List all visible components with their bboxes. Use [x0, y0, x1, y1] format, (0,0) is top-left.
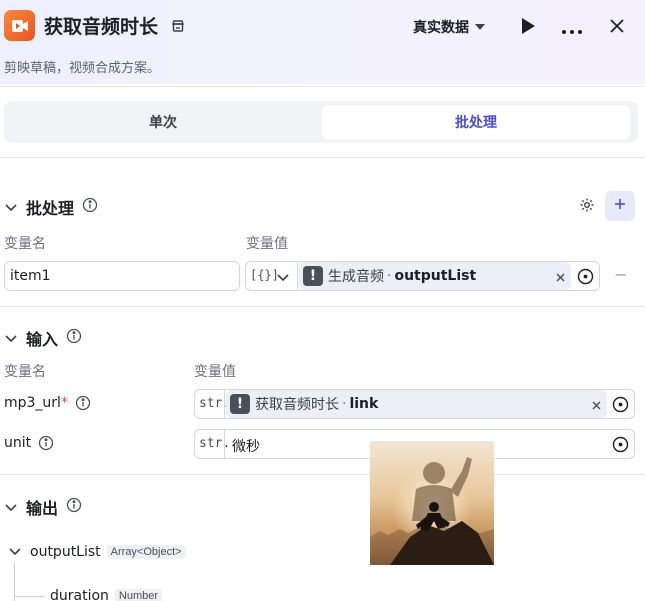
app-logo-icon [4, 10, 35, 41]
unit-value[interactable]: 微秒 [232, 436, 260, 456]
param-name: mp3_url [4, 395, 61, 411]
output-item-duration: duration Number [50, 588, 163, 601]
output-name: outputList [30, 544, 101, 560]
output-name: duration [50, 588, 109, 601]
divider [0, 474, 645, 475]
divider [224, 390, 225, 418]
param-name: unit [4, 435, 32, 451]
play-icon[interactable] [520, 17, 536, 39]
batch-item-value-field[interactable]: [{}] ! 生成音频 · outputList [245, 261, 600, 291]
info-icon[interactable] [38, 435, 54, 451]
collapse-chevron-icon[interactable] [8, 547, 22, 557]
mode-tabs: 单次 批处理 [4, 101, 638, 143]
info-icon[interactable] [75, 395, 91, 411]
info-icon[interactable] [82, 197, 98, 217]
clear-icon[interactable] [592, 398, 601, 414]
input-param-mp3-url: mp3_url * [4, 395, 91, 411]
divider [0, 157, 645, 158]
add-batch-variable-button[interactable] [605, 191, 635, 221]
input-param-unit: unit [4, 435, 54, 451]
collapse-chevron-icon[interactable] [4, 198, 18, 217]
divider [224, 430, 225, 458]
input-section-title: 输入 [26, 330, 59, 349]
page-subtitle: 剪映草稿，视频合成方案。 [4, 61, 161, 76]
chevron-down-icon [475, 19, 485, 35]
chevron-down-icon[interactable] [277, 271, 289, 287]
batch-type-label: [{}] [250, 268, 279, 282]
variable-picker-icon[interactable] [612, 396, 629, 417]
tree-line [14, 596, 44, 597]
output-item-outputlist[interactable]: outputList Array<Object> [8, 544, 186, 560]
reference-separator: · [387, 268, 392, 284]
gear-icon[interactable] [579, 197, 595, 217]
tab-batch[interactable]: 批处理 [322, 105, 630, 139]
more-icon[interactable] [561, 23, 583, 39]
data-mode-select[interactable]: 真实数据 [413, 17, 485, 37]
remove-batch-item-button[interactable]: − [614, 265, 627, 284]
tab-single[interactable]: 单次 [8, 105, 318, 139]
required-mark: * [60, 395, 68, 411]
page-title: 获取音频时长 [44, 16, 159, 38]
type-label: str. [199, 436, 231, 451]
output-type-badge: Number [114, 589, 163, 601]
batch-section-header[interactable]: 批处理 [4, 195, 98, 219]
climber-silhouette-image [370, 441, 494, 565]
batch-col-name-label: 变量名 [4, 236, 46, 252]
input-col-name-label: 变量名 [4, 364, 46, 380]
info-icon[interactable] [66, 328, 82, 348]
clear-icon[interactable] [556, 270, 565, 286]
divider [297, 262, 298, 290]
input-section-header[interactable]: 输入 [4, 326, 82, 350]
warning-icon: ! [230, 394, 250, 414]
variable-picker-icon[interactable] [577, 268, 594, 289]
batch-col-value-label: 变量值 [246, 236, 288, 252]
input-col-value-label: 变量值 [194, 364, 236, 380]
output-section-header[interactable]: 输出 [4, 495, 82, 519]
batch-item-name-input[interactable]: item1 [4, 261, 240, 291]
divider [0, 86, 645, 87]
close-icon[interactable] [609, 18, 625, 38]
mp3-url-value-field[interactable]: str. ! 获取音频时长 · link [194, 389, 635, 419]
collapse-chevron-icon[interactable] [4, 498, 18, 517]
reference-node-name: 获取音频时长 [255, 397, 339, 413]
data-mode-label: 真实数据 [413, 20, 469, 36]
reference-field-name: link [349, 396, 379, 412]
output-section-title: 输出 [26, 499, 59, 518]
warning-icon: ! [303, 266, 323, 286]
output-type-badge: Array<Object> [106, 545, 186, 559]
info-icon[interactable] [66, 497, 82, 517]
batch-section-title: 批处理 [26, 199, 75, 218]
variable-picker-icon[interactable] [612, 436, 629, 457]
collapse-chevron-icon[interactable] [4, 329, 18, 348]
plus-icon [614, 198, 626, 214]
reference-node-name: 生成音频 [328, 269, 384, 285]
store-icon[interactable] [171, 19, 185, 37]
divider [0, 306, 645, 307]
batch-item-name-value: item1 [10, 268, 51, 284]
reference-field-name: outputList [394, 268, 477, 284]
batch-reference-tag[interactable]: ! 生成音频 · outputList [299, 262, 571, 290]
mp3-url-reference-tag[interactable]: ! 获取音频时长 · link [226, 390, 607, 418]
reference-separator: · [342, 396, 347, 412]
